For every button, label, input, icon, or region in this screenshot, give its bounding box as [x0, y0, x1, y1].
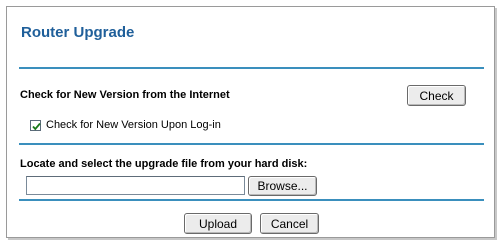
upload-button[interactable]: Upload: [184, 213, 252, 234]
divider-top: [19, 67, 484, 69]
browse-button[interactable]: Browse...: [248, 176, 317, 196]
upload-section-heading: Locate and select the upgrade file from …: [20, 158, 308, 170]
cancel-button[interactable]: Cancel: [260, 213, 319, 234]
checkmark-icon: [32, 122, 41, 131]
router-upgrade-panel: Router Upgrade Check for New Version fro…: [6, 6, 495, 238]
divider-bottom: [19, 199, 484, 201]
file-path-input[interactable]: [26, 176, 245, 195]
page-title: Router Upgrade: [21, 24, 135, 41]
divider-middle: [19, 143, 484, 145]
auto-check-checkbox[interactable]: [30, 120, 41, 131]
auto-check-label: Check for New Version Upon Log-in: [46, 119, 221, 131]
check-button[interactable]: Check: [407, 85, 466, 106]
check-section-heading: Check for New Version from the Internet: [20, 89, 230, 101]
